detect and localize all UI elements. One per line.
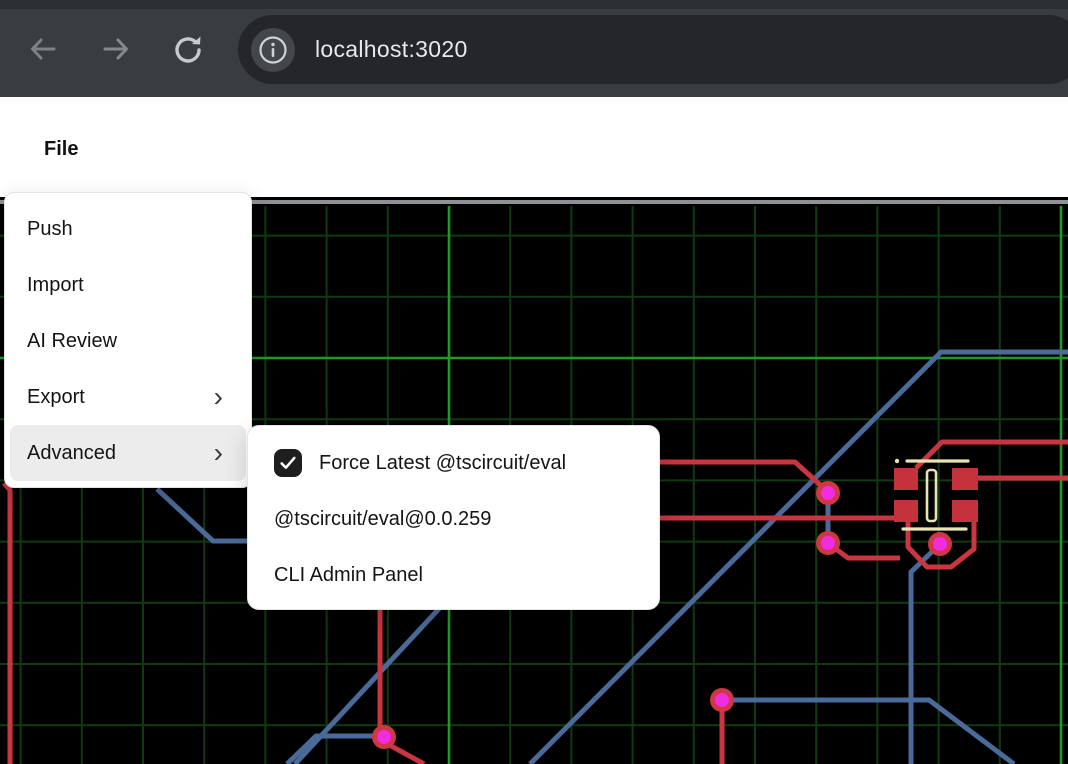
via-center bbox=[821, 536, 835, 550]
menu-item-label: Push bbox=[27, 218, 73, 241]
url-bar[interactable]: localhost:3020 bbox=[238, 15, 1068, 84]
chevron-right-icon: › bbox=[214, 383, 223, 411]
advanced-submenu: Force Latest @tscircuit/eval @tscircuit/… bbox=[247, 425, 660, 610]
via-center bbox=[377, 730, 391, 744]
url-text: localhost:3020 bbox=[315, 15, 468, 84]
menu-item-label: Advanced bbox=[27, 442, 116, 465]
silkscreen-dot bbox=[895, 459, 899, 463]
via-center bbox=[715, 693, 729, 707]
menu-item-label: AI Review bbox=[27, 330, 117, 353]
refresh-icon[interactable] bbox=[173, 34, 203, 64]
submenu-item-cli-admin-panel[interactable]: CLI Admin Panel bbox=[248, 547, 659, 603]
site-info-button[interactable] bbox=[251, 28, 295, 72]
back-icon[interactable] bbox=[28, 34, 58, 64]
menu-item-label: Export bbox=[27, 386, 85, 409]
smd-pad bbox=[952, 500, 978, 522]
window-titlebar bbox=[0, 0, 1068, 9]
menu-item-label: Import bbox=[27, 274, 84, 297]
chevron-right-icon: › bbox=[214, 439, 223, 467]
submenu-item-force-latest-eval[interactable]: Force Latest @tscircuit/eval bbox=[248, 435, 659, 491]
file-menu-button[interactable]: File bbox=[44, 138, 78, 161]
menu-item-advanced[interactable]: Advanced › bbox=[10, 425, 246, 481]
via-center bbox=[821, 486, 835, 500]
menu-item-import[interactable]: Import bbox=[10, 257, 246, 313]
smd-pad bbox=[894, 500, 918, 522]
submenu-item-label: @tscircuit/eval@0.0.259 bbox=[274, 508, 491, 531]
submenu-item-eval-version[interactable]: @tscircuit/eval@0.0.259 bbox=[248, 491, 659, 547]
forward-icon[interactable] bbox=[101, 34, 131, 64]
via-center bbox=[933, 537, 947, 551]
browser-toolbar: localhost:3020 bbox=[0, 0, 1068, 97]
checkbox-checked-icon[interactable] bbox=[274, 449, 302, 477]
smd-pad bbox=[894, 468, 918, 490]
menu-item-push[interactable]: Push bbox=[10, 201, 246, 257]
menu-item-ai-review[interactable]: AI Review bbox=[10, 313, 246, 369]
info-icon bbox=[258, 35, 288, 65]
menu-item-export[interactable]: Export › bbox=[10, 369, 246, 425]
submenu-item-label: CLI Admin Panel bbox=[274, 564, 423, 587]
smd-pad bbox=[952, 468, 978, 490]
file-dropdown-menu: Push Import AI Review Export › Advanced … bbox=[4, 192, 252, 488]
submenu-item-label: Force Latest @tscircuit/eval bbox=[319, 452, 566, 475]
